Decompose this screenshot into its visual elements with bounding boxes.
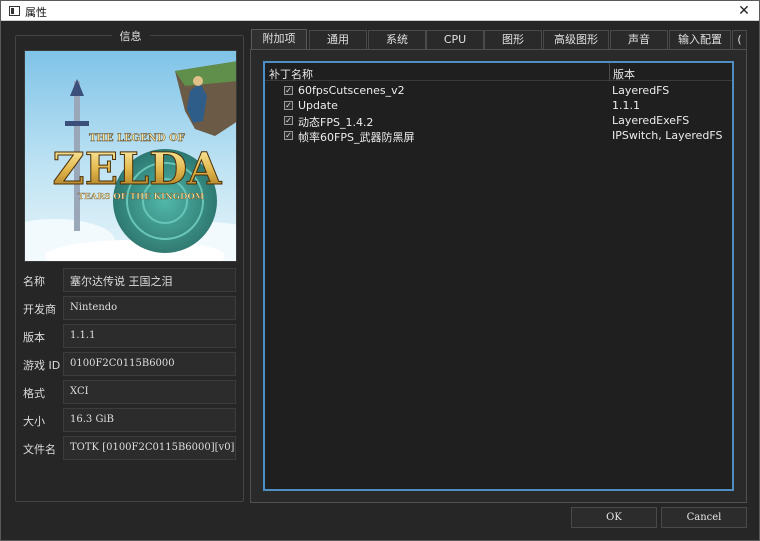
- patch-version: 1.1.1: [612, 99, 640, 112]
- info-row-size: 大小 16.3 GiB: [23, 408, 238, 432]
- checkbox[interactable]: ✓: [284, 131, 293, 140]
- info-groupbox: 信息 THE LEGEND OF ZELDA TEARS OF THE KING…: [15, 30, 244, 502]
- header-patch-name[interactable]: 补丁名称: [269, 66, 313, 82]
- tab-addons[interactable]: 附加项: [251, 29, 307, 49]
- format-label: 格式: [23, 387, 45, 400]
- info-row-name: 名称 塞尔达传说 王国之泪: [23, 268, 238, 292]
- name-field[interactable]: 塞尔达传说 王国之泪: [63, 268, 236, 292]
- table-row[interactable]: ✓ 帧率60FPS_武器防黑屏 IPSwitch, LayeredFS: [265, 128, 732, 144]
- tab-graphics[interactable]: 图形: [484, 30, 542, 49]
- checkbox[interactable]: ✓: [284, 101, 293, 110]
- patch-version: IPSwitch, LayeredFS: [612, 129, 723, 142]
- addons-pane: 补丁名称 版本 ✓ 60fpsCutscenes_v2 LayeredFS ✓ …: [250, 49, 747, 503]
- checkbox[interactable]: ✓: [284, 116, 293, 125]
- version-field[interactable]: 1.1.1: [63, 324, 236, 348]
- tab-advanced-graphics[interactable]: 高级图形: [543, 30, 609, 49]
- info-row-format: 格式 XCI: [23, 380, 238, 404]
- game-id-label: 游戏 ID: [23, 359, 61, 372]
- addons-table[interactable]: 补丁名称 版本 ✓ 60fpsCutscenes_v2 LayeredFS ✓ …: [263, 61, 734, 491]
- filename-label: 文件名: [23, 443, 56, 456]
- header-version[interactable]: 版本: [613, 66, 635, 82]
- tab-input[interactable]: 输入配置: [669, 30, 731, 49]
- patch-version: LayeredExeFS: [612, 114, 690, 127]
- info-row-version: 版本 1.1.1: [23, 324, 238, 348]
- developer-field[interactable]: Nintendo: [63, 296, 236, 320]
- cover-subtitle-text: TEARS OF THE KINGDOM: [78, 192, 205, 202]
- patch-name: 帧率60FPS_武器防黑屏: [298, 131, 415, 144]
- cover-brand-text: THE LEGEND OF: [89, 133, 185, 144]
- table-row[interactable]: ✓ 60fpsCutscenes_v2 LayeredFS: [265, 83, 732, 98]
- tab-general[interactable]: 通用: [309, 30, 367, 49]
- properties-dialog: 属性 ✕ 信息 THE LEGEND OF ZELDA TEARS OF THE…: [0, 0, 760, 541]
- settings-tab-bar: 附加项 通用 系统 CPU 图形 高级图形 声音 输入配置 (: [251, 29, 747, 49]
- dialog-content: 信息 THE LEGEND OF ZELDA TEARS OF THE KING…: [1, 22, 759, 540]
- patch-name: 60fpsCutscenes_v2: [298, 84, 405, 97]
- tab-overflow[interactable]: (: [732, 30, 747, 49]
- game-id-field[interactable]: 0100F2C0115B6000: [63, 352, 236, 376]
- filename-field[interactable]: TOTK [0100F2C0115B6000][v0].xci: [63, 436, 236, 460]
- patch-name: Update: [298, 99, 338, 112]
- patch-version: LayeredFS: [612, 84, 670, 97]
- tab-audio[interactable]: 声音: [610, 30, 668, 49]
- table-header: 补丁名称 版本: [265, 63, 732, 81]
- cover-title-text: ZELDA: [53, 144, 223, 195]
- app-icon: [9, 6, 20, 16]
- format-field[interactable]: XCI: [63, 380, 236, 404]
- size-label: 大小: [23, 415, 45, 428]
- info-row-game-id: 游戏 ID 0100F2C0115B6000: [23, 352, 238, 376]
- cancel-button[interactable]: Cancel: [661, 507, 747, 528]
- column-separator[interactable]: [609, 63, 610, 81]
- ok-button[interactable]: OK: [571, 507, 657, 528]
- table-row[interactable]: ✓ Update 1.1.1: [265, 98, 732, 113]
- developer-label: 开发商: [23, 303, 56, 316]
- window-title: 属性: [25, 6, 47, 19]
- size-field[interactable]: 16.3 GiB: [63, 408, 236, 432]
- info-group-title: 信息: [111, 30, 150, 43]
- checkbox[interactable]: ✓: [284, 86, 293, 95]
- info-row-developer: 开发商 Nintendo: [23, 296, 238, 320]
- close-icon[interactable]: ✕: [735, 2, 753, 19]
- tab-cpu[interactable]: CPU: [426, 30, 484, 49]
- name-label: 名称: [23, 275, 45, 288]
- game-cover-image: THE LEGEND OF ZELDA TEARS OF THE KINGDOM: [24, 50, 237, 262]
- version-label: 版本: [23, 331, 45, 344]
- tab-system[interactable]: 系统: [368, 30, 426, 49]
- info-row-filename: 文件名 TOTK [0100F2C0115B6000][v0].xci: [23, 436, 238, 460]
- table-row[interactable]: ✓ 动态FPS_1.4.2 LayeredExeFS: [265, 113, 732, 129]
- title-bar: 属性 ✕: [1, 1, 759, 21]
